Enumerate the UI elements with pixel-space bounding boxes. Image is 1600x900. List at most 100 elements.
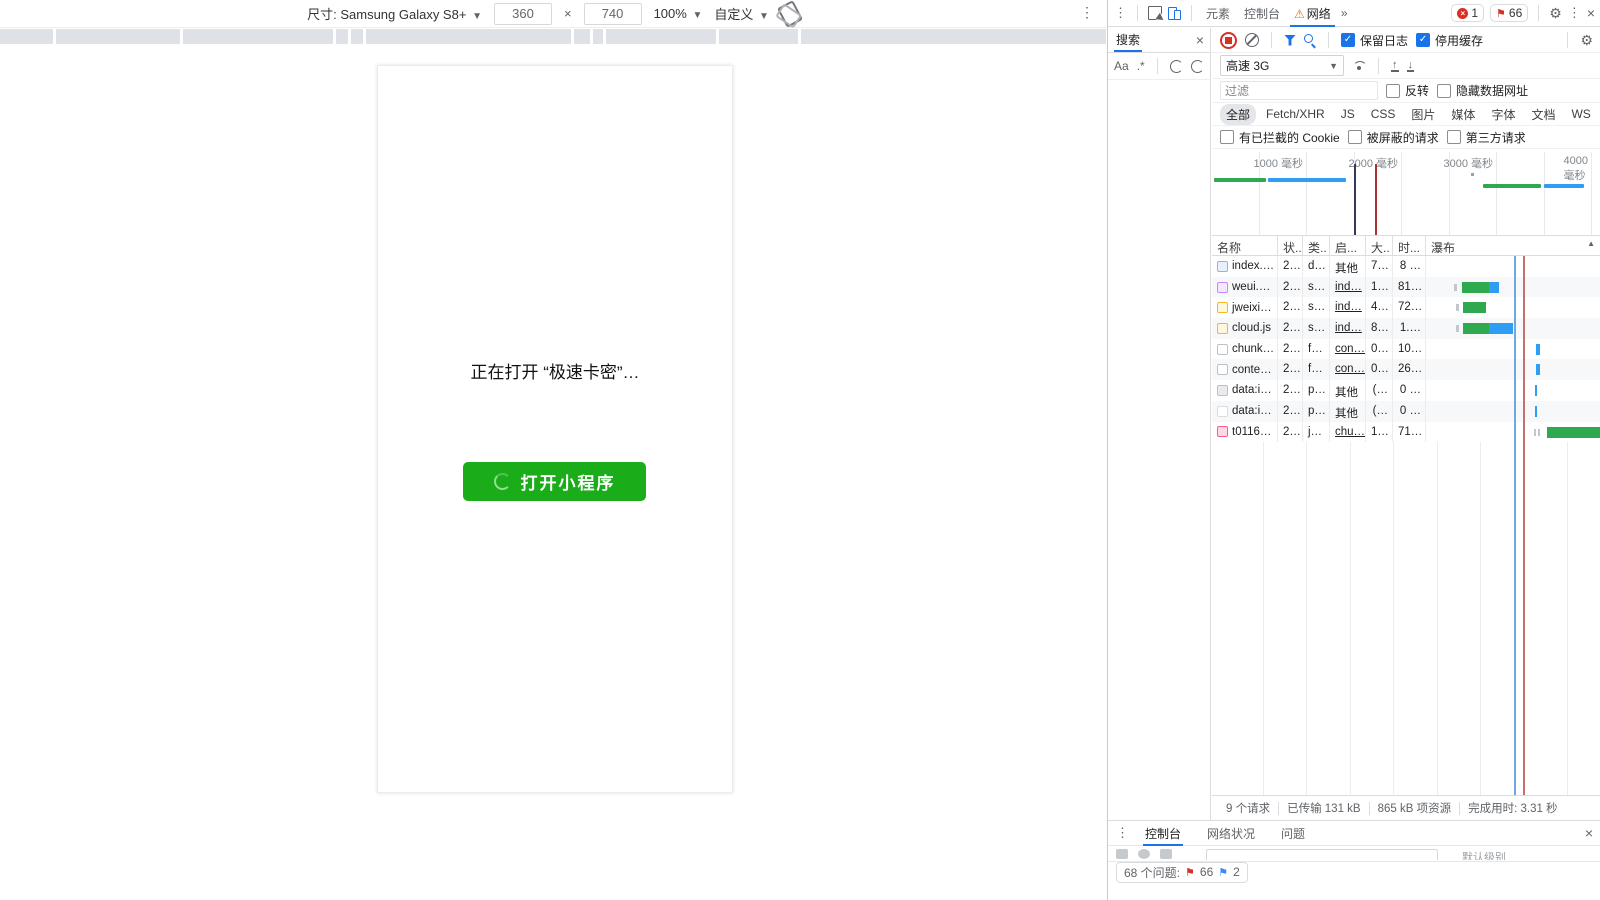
drawer-tab-网络状况[interactable]: 网络状况: [1205, 821, 1257, 846]
waterfall-bar-blue: [1536, 344, 1540, 355]
network-settings-gear-icon[interactable]: ⚙: [1580, 32, 1593, 49]
column-header[interactable]: 启...: [1330, 236, 1366, 255]
request-type-chip[interactable]: WS: [1565, 105, 1596, 123]
request-type-chip[interactable]: 文档: [1525, 104, 1561, 125]
cell-size: (…: [1366, 401, 1393, 422]
network-filter-input[interactable]: [1220, 81, 1378, 100]
import-har-icon[interactable]: ↑: [1391, 60, 1399, 72]
tab-network[interactable]: ⚠网络: [1290, 0, 1335, 27]
more-tabs-icon[interactable]: »: [1341, 6, 1348, 20]
viewport-height-input[interactable]: [584, 3, 642, 25]
zoom-value: 100%: [654, 6, 687, 21]
column-header[interactable]: 类..: [1303, 236, 1330, 255]
request-type-chip[interactable]: 字体: [1485, 104, 1521, 125]
hide-data-urls-checkbox[interactable]: 隐藏数据网址: [1437, 82, 1528, 99]
request-row[interactable]: index.…2…d…其他7…8 …: [1212, 256, 1600, 277]
request-row[interactable]: conte…2…f…con…0…26…: [1212, 359, 1600, 380]
extra-filter-checkbox[interactable]: 被屏蔽的请求: [1348, 129, 1439, 146]
cell-initiator: 其他: [1330, 256, 1366, 277]
device-toolbar-menu-icon[interactable]: ⋮: [1080, 4, 1094, 21]
request-row[interactable]: data:i…2…p…其他(…0 …: [1212, 380, 1600, 401]
tab-elements[interactable]: 元素: [1202, 0, 1234, 27]
extra-filter-checkbox[interactable]: 第三方请求: [1447, 129, 1526, 146]
initiator-link[interactable]: con…: [1335, 343, 1365, 355]
stylesheet-purple-icon: [1217, 282, 1228, 293]
request-row[interactable]: jweixi…2…s…ind…4…72…: [1212, 297, 1600, 318]
error-count-badge[interactable]: × 1: [1451, 4, 1484, 22]
regex-button[interactable]: .*: [1137, 59, 1145, 73]
settings-gear-icon[interactable]: ⚙: [1549, 5, 1562, 22]
drawer-tab-问题[interactable]: 问题: [1279, 821, 1307, 846]
viewport-width-input[interactable]: [494, 3, 552, 25]
cell-name: conte…: [1212, 359, 1278, 380]
column-header[interactable]: 状..: [1278, 236, 1303, 255]
drawer-close-icon[interactable]: ×: [1585, 825, 1593, 841]
match-case-button[interactable]: Aa: [1114, 59, 1129, 73]
search-close-icon[interactable]: ×: [1196, 32, 1204, 48]
tab-search[interactable]: 搜索: [1114, 28, 1142, 52]
request-type-chip[interactable]: JS: [1335, 105, 1361, 123]
request-type-chip[interactable]: 媒体: [1445, 104, 1481, 125]
refresh-icon[interactable]: [1170, 60, 1183, 73]
clear-network-log-icon[interactable]: [1245, 33, 1259, 47]
strip-segment: [593, 29, 603, 44]
open-miniprogram-button[interactable]: 打开小程序: [463, 462, 646, 501]
request-type-chip[interactable]: CSS: [1365, 105, 1402, 123]
preserve-log-checkbox[interactable]: ✓ 保留日志: [1341, 32, 1408, 49]
device-mode-icon[interactable]: [1168, 7, 1181, 20]
request-row[interactable]: data:i…2…p…其他(…0 …: [1212, 401, 1600, 422]
initiator-link[interactable]: con…: [1335, 363, 1365, 375]
extra-filter-checkbox[interactable]: 有已拦截的 Cookie: [1220, 129, 1340, 146]
checkbox-icon: [1437, 84, 1451, 98]
request-type-chip[interactable]: 图片: [1405, 104, 1441, 125]
inspect-element-icon[interactable]: [1148, 6, 1162, 20]
column-header[interactable]: 名称: [1212, 236, 1278, 255]
initiator-link[interactable]: ind…: [1335, 322, 1362, 334]
request-name: index.…: [1232, 260, 1274, 272]
network-throttling-select[interactable]: 高速 3G ▼: [1220, 55, 1344, 76]
network-pane: ✓ 保留日志 ✓ 停用缓存 ⚙ 高速 3G ▼ ↑ ↓: [1212, 28, 1600, 820]
search-icon[interactable]: [1304, 34, 1316, 46]
devtools-status-bar: 68 个问题: ⚑ 66 ⚑ 2: [1108, 861, 1600, 882]
request-type-chip[interactable]: 全部: [1220, 104, 1256, 125]
rotate-device-icon[interactable]: [777, 0, 803, 27]
initiator-link[interactable]: chu…: [1335, 426, 1365, 438]
script-orange-icon: [1217, 302, 1228, 313]
throttle-dropdown[interactable]: 自定义 ▼: [714, 4, 769, 23]
network-conditions-icon[interactable]: [1352, 61, 1366, 70]
record-network-log-button[interactable]: [1220, 32, 1237, 49]
request-row[interactable]: cloud.js2…s…ind…8…1.…: [1212, 318, 1600, 339]
cell-status: 2…: [1278, 256, 1303, 277]
drawer-more-icon[interactable]: ⋮: [1116, 825, 1129, 841]
invert-filter-checkbox[interactable]: 反转: [1386, 82, 1429, 99]
tab-console[interactable]: 控制台: [1240, 0, 1284, 27]
request-row[interactable]: chunk…2…f…con…0…10…: [1212, 339, 1600, 360]
initiator-link[interactable]: ind…: [1335, 301, 1362, 313]
cell-waterfall: [1426, 256, 1600, 277]
column-header[interactable]: 时...: [1393, 236, 1426, 255]
drawer-menu-icon[interactable]: ⋮: [1114, 5, 1127, 21]
column-header[interactable]: 大..: [1366, 236, 1393, 255]
device-dimensions-dropdown[interactable]: 尺寸: Samsung Galaxy S8+ ▼: [307, 4, 482, 23]
request-row[interactable]: weui.…2…s…ind…1…81…: [1212, 277, 1600, 298]
emulated-page-region: 尺寸: Samsung Galaxy S8+ ▼ × 100% ▼ 自定义 ▼ …: [0, 0, 1106, 900]
devtools-close-icon[interactable]: ×: [1587, 5, 1595, 21]
clear-search-icon[interactable]: [1191, 60, 1204, 73]
disable-cache-checkbox[interactable]: ✓ 停用缓存: [1416, 32, 1483, 49]
issue-count-badge[interactable]: ⚑ 66: [1490, 4, 1528, 22]
console-filter-input-partial[interactable]: [1206, 849, 1438, 860]
column-header[interactable]: 瀑布▲: [1426, 236, 1600, 255]
initiator-link[interactable]: ind…: [1335, 281, 1362, 293]
waterfall-bar-tick: [1538, 429, 1540, 436]
network-overview-timeline[interactable]: 1000 毫秒2000 毫秒3000 毫秒4000 毫秒: [1212, 152, 1600, 236]
chevron-down-icon: ▼: [1329, 61, 1338, 71]
request-row[interactable]: t0116…2…j…chu…1…71…: [1212, 422, 1600, 443]
devtools-menu-icon[interactable]: ⋮: [1568, 5, 1581, 21]
export-har-icon[interactable]: ↓: [1407, 60, 1415, 72]
zoom-dropdown[interactable]: 100% ▼: [654, 6, 703, 21]
issues-summary-pill[interactable]: 68 个问题: ⚑ 66 ⚑ 2: [1116, 862, 1248, 883]
filter-funnel-icon[interactable]: [1284, 35, 1296, 46]
console-level-dropdown-partial[interactable]: 默认级别: [1462, 849, 1506, 860]
request-type-chip[interactable]: Fetch/XHR: [1260, 105, 1331, 123]
drawer-tab-控制台[interactable]: 控制台: [1143, 821, 1183, 846]
